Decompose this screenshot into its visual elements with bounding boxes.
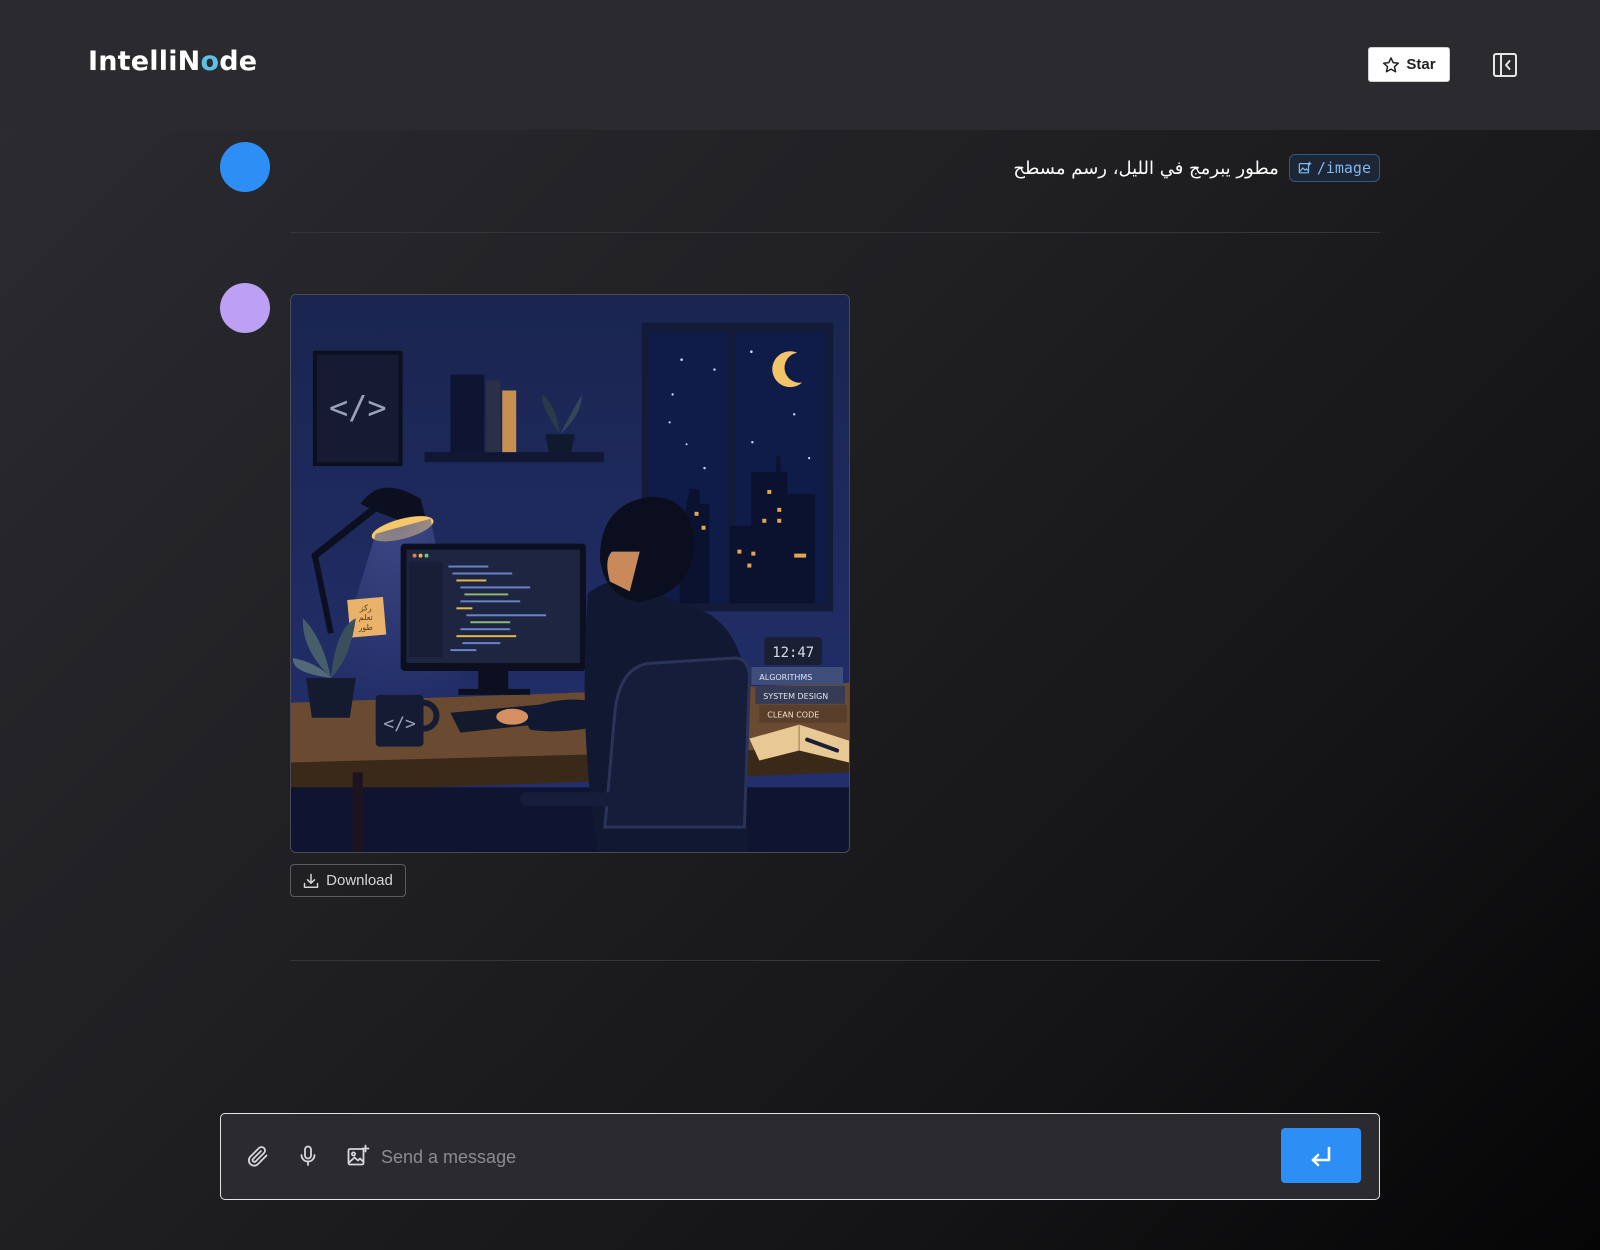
image-plus-icon: [347, 1144, 370, 1166]
sticky-line-1: ركز: [359, 603, 372, 612]
user-message: مطور يبرمج في الليل، رسم مسطح /image: [1013, 153, 1380, 183]
clock-readout: 12:47: [772, 645, 814, 661]
command-label: /image: [1316, 159, 1371, 177]
microphone-button[interactable]: [293, 1141, 323, 1171]
image-command-tag: /image: [1288, 154, 1380, 182]
sticky-line-2: تعلم: [359, 613, 373, 622]
top-header: IntelliNode Star: [0, 0, 1600, 130]
download-button[interactable]: Download: [290, 864, 406, 897]
attach-button[interactable]: [243, 1141, 273, 1171]
book-3: CLEAN CODE: [767, 711, 819, 720]
paperclip-icon: [247, 1146, 268, 1167]
generate-image-button[interactable]: [343, 1141, 373, 1171]
download-icon: [303, 873, 319, 888]
microphone-icon: [300, 1145, 316, 1166]
sidebar-toggle-button[interactable]: [1491, 51, 1519, 79]
frame-code-symbol: </>: [329, 388, 387, 426]
book-2: SYSTEM DESIGN: [763, 692, 828, 701]
message-composer: [220, 1113, 1481, 1200]
generated-image: </> ركز تعلم طور </> 12:47 ALGORITHMS SY…: [290, 294, 850, 853]
user-avatar: [220, 142, 270, 192]
mug-code-symbol: </>: [383, 714, 416, 735]
sticky-line-3: طور: [358, 623, 373, 632]
book-1: ALGORITHMS: [759, 673, 812, 682]
app-logo: IntelliNode: [88, 46, 258, 77]
download-label: Download: [326, 872, 393, 889]
user-message-text: مطور يبرمج في الليل، رسم مسطح: [1013, 157, 1279, 179]
star-button[interactable]: Star: [1368, 47, 1450, 82]
send-button[interactable]: [1281, 1128, 1361, 1183]
assistant-avatar: [220, 283, 270, 333]
enter-icon: [1311, 1146, 1331, 1166]
message-divider: [290, 232, 1380, 233]
logo-o-accent: o: [200, 46, 220, 77]
image-plus-icon: [1298, 161, 1312, 174]
developer-night-illustration: </> ركز تعلم طور </> 12:47 ALGORITHMS SY…: [291, 295, 849, 852]
star-icon: [1383, 56, 1400, 72]
sidebar-collapse-icon: [1493, 53, 1517, 77]
message-divider: [290, 960, 1380, 961]
star-label: Star: [1406, 56, 1436, 73]
